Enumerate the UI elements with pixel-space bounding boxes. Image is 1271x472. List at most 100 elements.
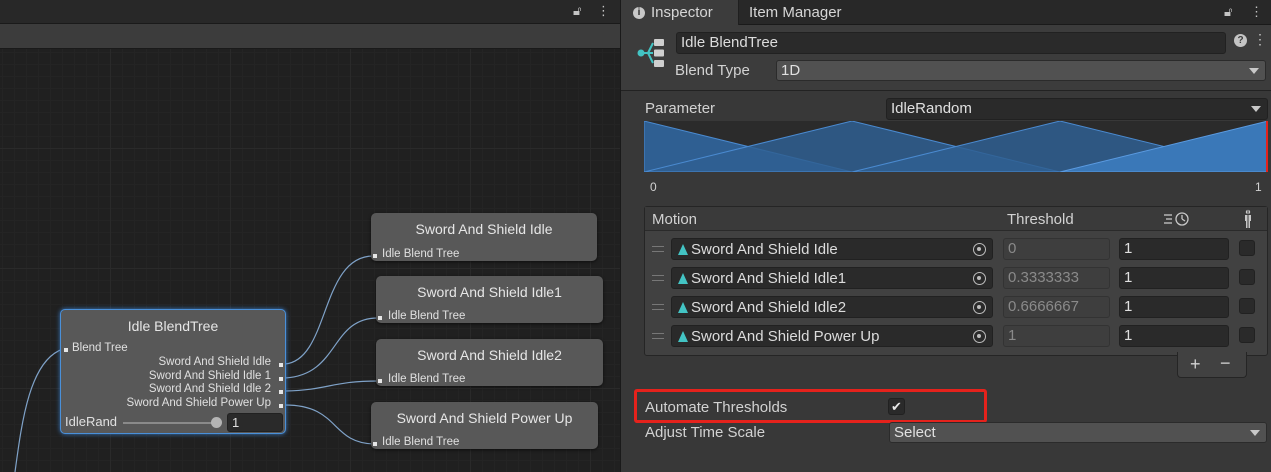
threshold-field: 0.3333333 — [1003, 267, 1110, 289]
drag-handle-icon[interactable] — [652, 246, 664, 252]
time-scale-field[interactable]: 1 — [1119, 296, 1229, 318]
motion-list: Motion Threshold Sword And Shield Idle 0… — [644, 206, 1268, 356]
time-scale-field[interactable]: 1 — [1119, 267, 1229, 289]
output-port-idle2[interactable] — [279, 390, 283, 394]
motion-clip-name: Sword And Shield Idle2 — [691, 299, 847, 316]
blendtree-icon — [637, 39, 664, 67]
chevron-down-icon — [1251, 106, 1261, 112]
annotation-highlight-box — [634, 389, 987, 423]
motion-node-idle[interactable]: Sword And Shield Idle Idle Blend Tree — [371, 213, 597, 261]
blend-type-value: 1D — [781, 62, 801, 79]
remove-motion-button[interactable]: − — [1220, 353, 1231, 374]
settings-icon[interactable]: ⋮ — [1253, 31, 1267, 48]
input-port[interactable] — [64, 348, 68, 352]
drag-handle-icon[interactable] — [652, 333, 664, 339]
node-input-label: Idle Blend Tree — [388, 373, 466, 385]
input-port[interactable] — [373, 442, 377, 446]
input-port[interactable] — [373, 254, 377, 258]
blendtree-name-field[interactable]: Idle BlendTree — [676, 32, 1226, 54]
help-icon[interactable]: ? — [1234, 34, 1247, 47]
parameter-label: Parameter — [645, 100, 716, 117]
motion-row: Sword And Shield Idle 0 1 — [645, 236, 1267, 265]
motion-node-idle2[interactable]: Sword And Shield Idle2 Idle Blend Tree — [376, 339, 603, 386]
output-label-idle: Sword And Shield Idle — [158, 356, 271, 368]
adjust-time-scale-value: Select — [894, 424, 936, 441]
motion-row: Sword And Shield Power Up 1 1 — [645, 323, 1267, 352]
motion-clip-field[interactable]: Sword And Shield Power Up — [671, 325, 993, 347]
adjust-time-scale-label: Adjust Time Scale — [645, 424, 766, 441]
threshold-field: 1 — [1003, 325, 1110, 347]
mirror-icon — [1245, 209, 1251, 229]
output-label-idle2: Sword And Shield Idle 2 — [148, 383, 271, 395]
node-input-label: Idle Blend Tree — [388, 310, 466, 322]
tab-inspector[interactable]: i Inspector — [621, 0, 739, 25]
motion-clip-name: Sword And Shield Idle — [691, 241, 838, 258]
chevron-down-icon — [1249, 68, 1259, 74]
wire-powerup — [284, 404, 375, 445]
blend-type-dropdown[interactable]: 1D — [776, 60, 1266, 81]
motion-node-powerup[interactable]: Sword And Shield Power Up Idle Blend Tre… — [371, 402, 598, 449]
animator-graph-panel[interactable]: 🔓︎ ⋮ Idle BlendTree Blend Tree Sword And… — [0, 0, 620, 472]
drag-handle-icon[interactable] — [652, 275, 664, 281]
object-picker-icon[interactable] — [973, 243, 986, 256]
mirror-checkbox[interactable] — [1239, 240, 1255, 256]
wire-left-input — [14, 348, 64, 472]
wire-idle — [284, 255, 375, 365]
wire-idle1 — [284, 317, 380, 379]
motion-clip-field[interactable]: Sword And Shield Idle2 — [671, 296, 993, 318]
blendtree-header: Idle BlendTree ? ⋮ Blend Type 1D — [621, 25, 1271, 91]
inspector-tab-bar: i Inspector Item Manager 🔓︎ ⋮ — [621, 0, 1271, 25]
more-menu-icon[interactable]: ⋮ — [1250, 3, 1263, 21]
object-picker-icon[interactable] — [973, 272, 986, 285]
blendtree-root-node[interactable]: Idle BlendTree Blend Tree Sword And Shie… — [60, 309, 286, 434]
tab-item-manager-label: Item Manager — [749, 4, 842, 21]
output-label-powerup: Sword And Shield Power Up — [126, 397, 271, 409]
parameter-label: IdleRand — [65, 414, 118, 429]
slider-knob[interactable] — [211, 417, 222, 428]
threshold-field: 0.6666667 — [1003, 296, 1110, 318]
node-input-label: Idle Blend Tree — [382, 436, 460, 448]
animation-clip-icon — [678, 302, 688, 313]
motion-clip-field[interactable]: Sword And Shield Idle — [671, 238, 993, 260]
parameter-value-field[interactable]: 1 — [227, 413, 283, 432]
output-port-powerup[interactable] — [279, 404, 283, 408]
lock-icon[interactable]: 🔓︎ — [1224, 3, 1232, 21]
adjust-time-scale-dropdown[interactable]: Select — [889, 422, 1267, 443]
time-scale-icon — [1164, 212, 1189, 226]
output-port-idle1[interactable] — [279, 377, 283, 381]
mirror-checkbox[interactable] — [1239, 327, 1255, 343]
node-title: Sword And Shield Idle — [415, 221, 553, 237]
motion-clip-name: Sword And Shield Power Up — [691, 328, 880, 345]
mirror-checkbox[interactable] — [1239, 269, 1255, 285]
motion-row: Sword And Shield Idle2 0.6666667 1 — [645, 294, 1267, 323]
parameter-dropdown[interactable]: IdleRandom — [886, 98, 1268, 120]
tab-item-manager[interactable]: Item Manager — [739, 0, 842, 25]
time-scale-field[interactable]: 1 — [1119, 325, 1229, 347]
inspector-panel: i Inspector Item Manager 🔓︎ ⋮ Idle Blend… — [620, 0, 1271, 472]
motion-clip-field[interactable]: Sword And Shield Idle1 — [671, 267, 993, 289]
motion-node-idle1[interactable]: Sword And Shield Idle1 Idle Blend Tree — [376, 276, 603, 323]
animation-clip-icon — [678, 273, 688, 284]
output-port-idle[interactable] — [279, 363, 283, 367]
drag-handle-icon[interactable] — [652, 304, 664, 310]
mirror-checkbox[interactable] — [1239, 298, 1255, 314]
animation-clip-icon — [678, 331, 688, 342]
motion-list-header: Motion Threshold — [645, 207, 1267, 231]
object-picker-icon[interactable] — [973, 330, 986, 343]
node-input-label: Idle Blend Tree — [382, 248, 460, 260]
add-motion-button[interactable]: + — [1190, 354, 1201, 375]
motion-clip-name: Sword And Shield Idle1 — [691, 270, 847, 287]
wire-idle2 — [284, 380, 380, 392]
header-threshold: Threshold — [1007, 211, 1074, 228]
motion-list-footer: + − — [1177, 352, 1247, 378]
tab-inspector-label: Inspector — [651, 4, 713, 21]
blend-weights-graph[interactable] — [644, 121, 1268, 172]
input-port[interactable] — [378, 316, 382, 320]
object-picker-icon[interactable] — [973, 301, 986, 314]
parameter-slider[interactable] — [123, 422, 213, 424]
info-icon: i — [633, 7, 645, 19]
header-motion: Motion — [652, 211, 698, 228]
chevron-down-icon — [1250, 430, 1260, 436]
time-scale-field[interactable]: 1 — [1119, 238, 1229, 260]
input-port[interactable] — [378, 379, 382, 383]
